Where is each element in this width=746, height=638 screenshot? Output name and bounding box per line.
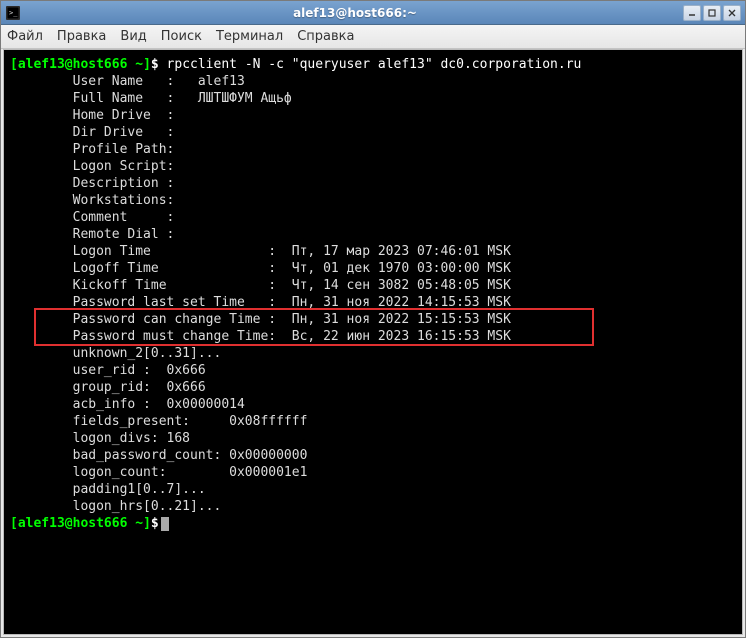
window-controls (683, 5, 741, 21)
window-title: alef13@host666:~ (27, 6, 683, 20)
minimize-button[interactable] (683, 5, 701, 21)
out-l3: Dir Drive : (10, 125, 174, 140)
out-l14: Password can change Time : Пн, 31 ноя 20… (10, 312, 511, 327)
out-l7: Workstations: (10, 193, 174, 208)
menu-file[interactable]: Файл (7, 29, 43, 44)
out-l18: group_rid: 0x666 (10, 380, 206, 395)
maximize-button[interactable] (703, 5, 721, 21)
terminal-icon: >_ (5, 5, 21, 21)
out-l10: Logon Time : Пт, 17 мар 2023 07:46:01 MS… (10, 244, 511, 259)
out-l12: Kickoff Time : Чт, 14 сен 3082 05:48:05 … (10, 278, 511, 293)
terminal-window: >_ alef13@host666:~ Файл Правка Вид Поис… (0, 0, 746, 638)
out-l22: bad_password_count: 0x00000000 (10, 448, 307, 463)
out-l11: Logoff Time : Чт, 01 дек 1970 03:00:00 M… (10, 261, 511, 276)
out-l6: Description : (10, 176, 174, 191)
out-l19: acb_info : 0x00000014 (10, 397, 245, 412)
out-l1: Full Name : ЛШТШФУМ Ащьф (10, 91, 292, 106)
menu-help[interactable]: Справка (297, 29, 354, 44)
out-l0: User Name : alef13 (10, 74, 245, 89)
menubar: Файл Правка Вид Поиск Терминал Справка (1, 25, 745, 49)
out-l8: Comment : (10, 210, 174, 225)
out-l4: Profile Path: (10, 142, 174, 157)
out-l23: logon_count: 0x000001e1 (10, 465, 307, 480)
out-l13: Password last set Time : Пн, 31 ноя 2022… (10, 295, 511, 310)
svg-text:>_: >_ (9, 9, 18, 17)
menu-search[interactable]: Поиск (161, 29, 202, 44)
menu-view[interactable]: Вид (120, 29, 146, 44)
close-button[interactable] (723, 5, 741, 21)
menu-edit[interactable]: Правка (57, 29, 106, 44)
command-text: rpcclient -N -c "queryuser alef13" dc0.c… (167, 57, 582, 72)
out-l2: Home Drive : (10, 108, 174, 123)
menu-terminal[interactable]: Терминал (216, 29, 283, 44)
terminal-area[interactable]: [alef13@host666 ~]$ rpcclient -N -c "que… (3, 49, 743, 635)
prompt-line-1: [alef13@host666 ~]$ rpcclient -N -c "que… (10, 57, 581, 72)
out-l21: logon_divs: 168 (10, 431, 190, 446)
out-l15: Password must change Time: Вс, 22 июн 20… (10, 329, 511, 344)
out-l9: Remote Dial : (10, 227, 174, 242)
out-l24: padding1[0..7]... (10, 482, 206, 497)
cursor (161, 517, 169, 531)
out-l5: Logon Script: (10, 159, 174, 174)
out-l16: unknown_2[0..31]... (10, 346, 221, 361)
out-l17: user_rid : 0x666 (10, 363, 206, 378)
out-l25: logon_hrs[0..21]... (10, 499, 221, 514)
out-l20: fields_present: 0x08ffffff (10, 414, 307, 429)
titlebar: >_ alef13@host666:~ (1, 1, 745, 25)
prompt-line-2: [alef13@host666 ~]$ (10, 516, 169, 531)
